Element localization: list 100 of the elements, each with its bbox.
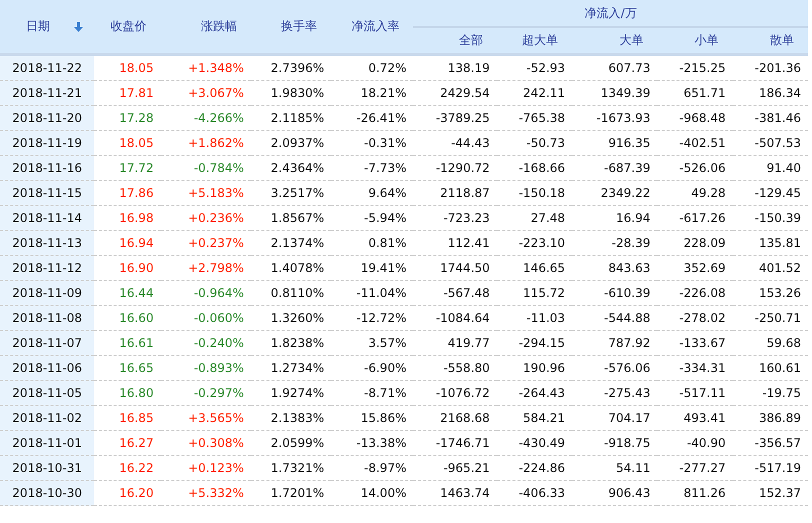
- date-cell: 2018-10-31: [0, 456, 94, 480]
- table-cell: 3.2517%: [250, 180, 332, 206]
- date-cell: 2018-11-20: [0, 106, 94, 130]
- table-cell: -406.33: [496, 480, 572, 506]
- table-cell: -1746.71: [413, 430, 497, 456]
- table-cell: 54.11: [572, 456, 658, 480]
- table-cell: 0.81%: [331, 230, 414, 256]
- table-cell: 584.21: [496, 406, 572, 430]
- column-header[interactable]: 散单: [732, 27, 808, 54]
- table-cell: -11.04%: [331, 280, 414, 306]
- table-cell: -7.73%: [331, 156, 414, 180]
- table-cell: -517.11: [657, 380, 733, 406]
- table-cell: 2.0937%: [250, 130, 332, 156]
- table-cell: 651.71: [657, 80, 733, 106]
- table-cell: 14.00%: [331, 480, 414, 506]
- table-cell: 1.2734%: [250, 356, 332, 380]
- table-cell: 704.17: [572, 406, 658, 430]
- table-cell: 16.94: [94, 230, 161, 256]
- table-cell: 115.72: [496, 280, 572, 306]
- column-header[interactable]: 涨跌幅: [160, 0, 251, 54]
- column-header[interactable]: 收盘价: [94, 0, 161, 54]
- table-cell: -0.31%: [331, 130, 414, 156]
- column-header[interactable]: 大单: [572, 27, 658, 54]
- table-cell: 2429.54: [413, 80, 497, 106]
- table-cell: 16.44: [94, 280, 161, 306]
- table-cell: -26.41%: [331, 106, 414, 130]
- table-cell: -278.02: [657, 306, 733, 330]
- table-cell: 607.73: [572, 54, 658, 80]
- table-cell: 228.09: [657, 230, 733, 256]
- date-cell: 2018-11-15: [0, 180, 94, 206]
- table-cell: +5.332%: [160, 480, 251, 506]
- table-cell: 16.27: [94, 430, 161, 456]
- table-cell: -201.36: [732, 54, 808, 80]
- table-cell: 18.05: [94, 54, 161, 80]
- table-cell: 1.3260%: [250, 306, 332, 330]
- table-cell: -226.08: [657, 280, 733, 306]
- table-cell: 1.7201%: [250, 480, 332, 506]
- table-cell: -617.26: [657, 206, 733, 230]
- table-cell: +1.862%: [160, 130, 251, 156]
- column-header[interactable]: 超大单: [496, 27, 572, 54]
- table-cell: -4.266%: [160, 106, 251, 130]
- table-cell: 1744.50: [413, 256, 497, 280]
- table-cell: 16.90: [94, 256, 161, 280]
- table-cell: 906.43: [572, 480, 658, 506]
- table-cell: -567.48: [413, 280, 497, 306]
- date-cell: 2018-11-12: [0, 256, 94, 280]
- table-cell: 2349.22: [572, 180, 658, 206]
- table-cell: -0.240%: [160, 330, 251, 356]
- table-cell: 17.72: [94, 156, 161, 180]
- table-cell: 16.65: [94, 356, 161, 380]
- table-cell: 138.19: [413, 54, 497, 80]
- table-cell: -507.53: [732, 130, 808, 156]
- column-header[interactable]: 全部: [413, 27, 497, 54]
- table-cell: -0.964%: [160, 280, 251, 306]
- table-cell: 1.9830%: [250, 80, 332, 106]
- table-cell: +3.565%: [160, 406, 251, 430]
- table-cell: -0.297%: [160, 380, 251, 406]
- table-cell: 787.92: [572, 330, 658, 356]
- column-header[interactable]: 净流入率: [331, 0, 414, 54]
- table-cell: -223.10: [496, 230, 572, 256]
- table-cell: 27.48: [496, 206, 572, 230]
- table-cell: -968.48: [657, 106, 733, 130]
- table-cell: -44.43: [413, 130, 497, 156]
- table-cell: 3.57%: [331, 330, 414, 356]
- table-cell: -430.49: [496, 430, 572, 456]
- table-cell: 16.85: [94, 406, 161, 430]
- table-cell: -12.72%: [331, 306, 414, 330]
- table-cell: 16.94: [572, 206, 658, 230]
- column-header[interactable]: 日期: [0, 0, 94, 54]
- table-cell: 17.81: [94, 80, 161, 106]
- table-cell: -1076.72: [413, 380, 497, 406]
- date-cell: 2018-11-01: [0, 430, 94, 456]
- sort-down-icon[interactable]: [74, 22, 82, 32]
- table-cell: 2.4364%: [250, 156, 332, 180]
- table-cell: 16.98: [94, 206, 161, 230]
- date-cell: 2018-11-13: [0, 230, 94, 256]
- date-cell: 2018-11-09: [0, 280, 94, 306]
- column-header[interactable]: 换手率: [250, 0, 332, 54]
- table-cell: 1.9274%: [250, 380, 332, 406]
- table-cell: -11.03: [496, 306, 572, 330]
- date-cell: 2018-11-22: [0, 54, 94, 80]
- column-header[interactable]: 小单: [657, 27, 733, 54]
- table-cell: 2.0599%: [250, 430, 332, 456]
- table-cell: 16.22: [94, 456, 161, 480]
- table-cell: -13.38%: [331, 430, 414, 456]
- table-cell: 2.7396%: [250, 54, 332, 80]
- table-cell: 17.86: [94, 180, 161, 206]
- table-cell: -6.90%: [331, 356, 414, 380]
- table-cell: -5.94%: [331, 206, 414, 230]
- table-cell: 160.61: [732, 356, 808, 380]
- date-cell: 2018-11-19: [0, 130, 94, 156]
- table-cell: -610.39: [572, 280, 658, 306]
- table-cell: -19.75: [732, 380, 808, 406]
- date-cell: 2018-11-21: [0, 80, 94, 106]
- table-cell: -723.23: [413, 206, 497, 230]
- table-cell: -517.19: [732, 456, 808, 480]
- table-cell: -8.71%: [331, 380, 414, 406]
- table-cell: -544.88: [572, 306, 658, 330]
- table-cell: 2.1185%: [250, 106, 332, 130]
- table-cell: -133.67: [657, 330, 733, 356]
